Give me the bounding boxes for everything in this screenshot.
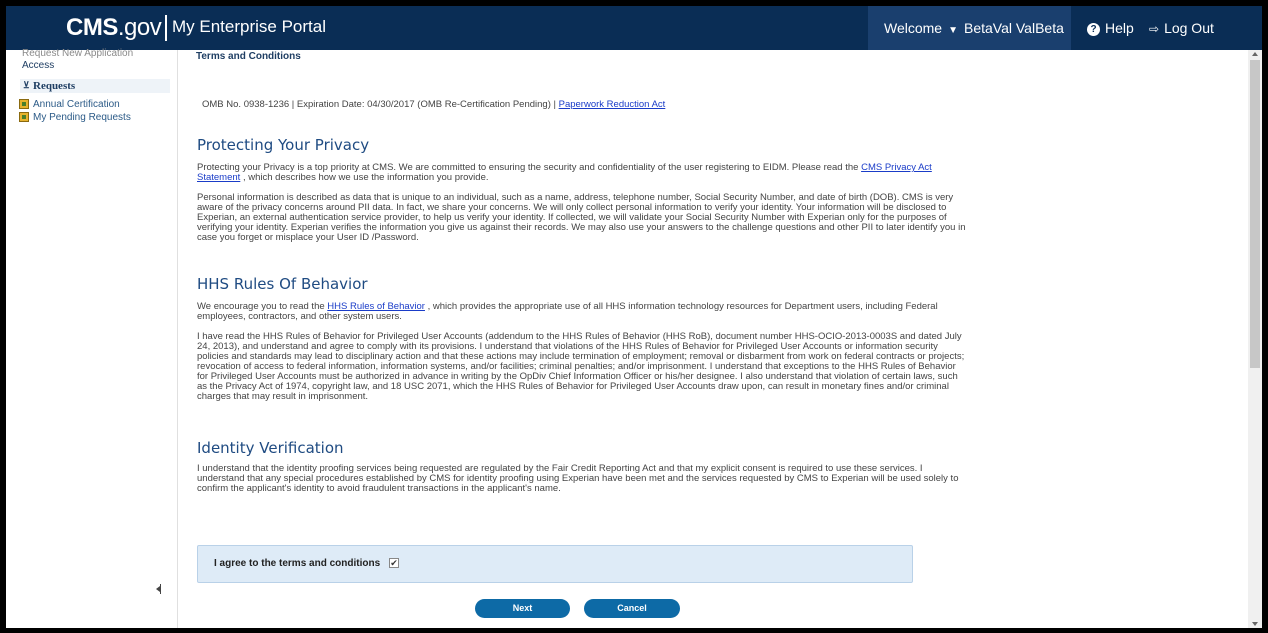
cancel-button[interactable]: Cancel <box>584 599 680 618</box>
privacy-heading: Protecting Your Privacy <box>197 136 370 154</box>
sidebar-item-annual-certification[interactable]: Annual Certification <box>19 99 120 110</box>
omb-line: OMB No. 0938-1236 | Expiration Date: 04/… <box>202 99 665 110</box>
help-link[interactable]: ? Help <box>1087 20 1134 36</box>
omb-text: OMB No. 0938-1236 | Expiration Date: 04/… <box>202 99 556 110</box>
help-icon: ? <box>1087 22 1100 36</box>
certificate-icon <box>19 99 29 109</box>
identity-paragraph: I understand that the identity proofing … <box>197 463 959 494</box>
privacy-p1-text-end: , which describes how we use the informa… <box>240 172 489 183</box>
collapse-toggle-icon[interactable]: ⊻ <box>23 80 30 91</box>
terms-content: Terms and Conditions OMB No. 0938-1236 |… <box>177 50 985 628</box>
sidebar-collapse-icon[interactable] <box>156 582 165 596</box>
welcome-menu[interactable]: Welcome ▼ BetaVal ValBeta <box>884 20 1064 36</box>
sidebar-item-label: My Pending Requests <box>33 112 131 123</box>
privacy-paragraph-2: Personal information is described as dat… <box>197 192 966 243</box>
user-name: BetaVal ValBeta <box>964 20 1064 36</box>
page-title: Terms and Conditions <box>196 51 301 62</box>
agree-panel: I agree to the terms and conditions ✔ <box>197 545 913 583</box>
logo-cms-text: CMS <box>66 14 118 41</box>
scrollbar-thumb[interactable] <box>1250 60 1260 368</box>
privacy-paragraph-1: Protecting your Privacy is a top priorit… <box>197 163 967 183</box>
logout-icon: ⇨ <box>1149 22 1160 36</box>
caret-down-icon: ▼ <box>948 25 958 36</box>
top-header: CMS.gov My Enterprise Portal Welcome ▼ Bet… <box>6 6 1262 50</box>
right-panel <box>983 50 1247 628</box>
logout-link[interactable]: ⇨ Log Out <box>1149 20 1214 36</box>
sidebar-item-label: Annual Certification <box>33 99 120 110</box>
agree-checkbox[interactable]: ✔ <box>389 558 399 568</box>
sidebar-access-label[interactable]: Access <box>22 60 54 71</box>
logo-gov-text: .gov <box>117 14 162 41</box>
sidebar-item-request-access[interactable]: Request New Application <box>22 48 133 59</box>
logo-divider <box>165 15 167 41</box>
next-button[interactable]: Next <box>475 599 570 618</box>
sidebar-section-requests[interactable]: ⊻ Requests <box>23 80 76 92</box>
agree-label: I agree to the terms and conditions <box>214 558 381 569</box>
cms-logo[interactable]: CMS.gov <box>66 14 162 42</box>
identity-heading: Identity Verification <box>197 439 344 457</box>
scroll-down-icon[interactable] <box>1252 622 1258 626</box>
help-label: Help <box>1105 20 1134 36</box>
left-sidebar: Request New Application Access ⊻ Requests… <box>6 48 171 628</box>
hhs-paragraph-2: I have read the HHS Rules of Behavior fo… <box>197 331 965 402</box>
sidebar-cut-label: Request New Application <box>22 48 134 59</box>
portal-title: My Enterprise Portal <box>172 17 326 36</box>
welcome-label: Welcome <box>884 20 943 36</box>
sidebar-item-pending-requests[interactable]: My Pending Requests <box>19 112 131 123</box>
paperwork-reduction-link[interactable]: Paperwork Reduction Act <box>559 99 666 110</box>
hhs-heading: HHS Rules Of Behavior <box>197 275 368 293</box>
hhs-paragraph-1: We encourage you to read the HHS Rules o… <box>197 302 967 322</box>
vertical-scrollbar[interactable] <box>1248 50 1262 628</box>
sidebar-section-title: Requests <box>33 80 76 92</box>
scroll-up-icon[interactable] <box>1252 52 1258 56</box>
browser-viewport: CMS.gov My Enterprise Portal Welcome ▼ Bet… <box>6 6 1262 628</box>
logout-label: Log Out <box>1164 20 1214 36</box>
certificate-icon <box>19 112 29 122</box>
